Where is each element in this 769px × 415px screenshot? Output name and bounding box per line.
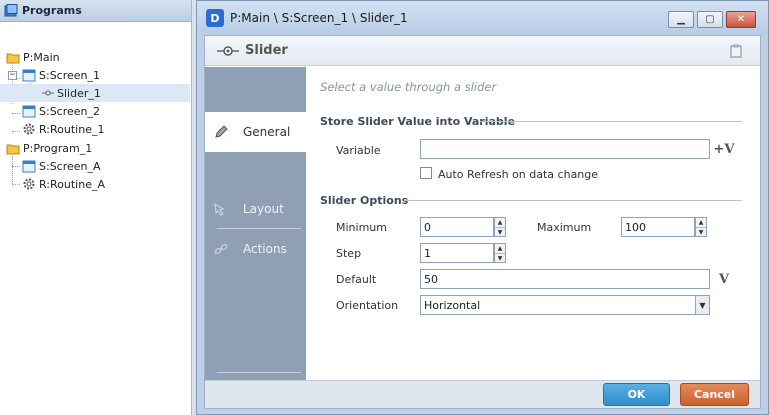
nav-label: Layout	[243, 202, 284, 216]
tree-label: Slider_1	[57, 86, 101, 100]
panel-title: Slider	[245, 43, 288, 58]
spin-down-icon[interactable]: ▼	[495, 253, 505, 263]
step-label: Step	[336, 247, 362, 260]
screen-icon	[22, 69, 36, 81]
tree-item-program-1[interactable]: P:Program_1	[0, 139, 190, 157]
tree-label: S:Screen_A	[39, 159, 101, 173]
nav-label: Actions	[243, 242, 287, 256]
minimum-spinner[interactable]: ▲ ▼	[494, 217, 506, 237]
slider-icon	[217, 45, 239, 56]
options-section-header: Slider Options	[320, 194, 742, 207]
orientation-select[interactable]: Horizontal ▼	[420, 295, 710, 315]
step-spinner[interactable]: ▲ ▼	[494, 243, 506, 263]
tree-label: R:Routine_1	[39, 122, 105, 136]
store-section-header: Store Slider Value into Variable	[320, 115, 742, 128]
spin-up-icon[interactable]: ▲	[696, 218, 706, 227]
slider-icon	[42, 90, 54, 96]
tree-label: R:Routine_A	[39, 177, 105, 191]
programs-panel: Programs P:Main − S:Screen_1 Slider_1 S:…	[0, 0, 192, 415]
tree-label: P:Main	[23, 50, 60, 64]
property-nav: General Layout Actions	[205, 67, 306, 380]
maximum-spinner[interactable]: ▲ ▼	[695, 217, 707, 237]
tree-item-screen-2[interactable]: S:Screen_2	[0, 102, 190, 120]
folder-icon	[6, 144, 20, 154]
layout-icon	[214, 202, 225, 216]
tree-label: S:Screen_2	[39, 104, 101, 118]
tree-label: P:Program_1	[23, 141, 93, 155]
default-variable-button[interactable]: V	[713, 269, 735, 289]
maximum-input[interactable]: 100	[621, 217, 695, 237]
slider-properties-window: D P:Main \ S:Screen_1 \ Slider_1 ▁ ▢ ✕ S…	[196, 0, 769, 415]
app-root: Programs P:Main − S:Screen_1 Slider_1 S:…	[0, 0, 769, 415]
variable-label: Variable	[336, 144, 381, 157]
spin-down-icon[interactable]: ▼	[696, 227, 706, 237]
auto-refresh-checkbox[interactable]	[420, 167, 432, 179]
dialog-footer: OK Cancel	[205, 380, 760, 408]
collapse-icon[interactable]: −	[8, 70, 17, 80]
form-hint: Select a value through a slider	[320, 80, 497, 94]
app-icon: D	[206, 9, 224, 27]
cancel-button[interactable]: Cancel	[680, 383, 749, 406]
pencil-icon	[215, 125, 228, 138]
title-bar[interactable]: D P:Main \ S:Screen_1 \ Slider_1 ▁ ▢ ✕	[197, 1, 768, 35]
default-label: Default	[336, 273, 377, 286]
close-button[interactable]: ✕	[726, 11, 756, 28]
variable-picker-button[interactable]: +V	[713, 139, 735, 159]
tree-item-routine-1[interactable]: R:Routine_1	[0, 120, 190, 138]
screen-icon	[22, 105, 36, 117]
maximum-label: Maximum	[537, 221, 592, 234]
maximize-button[interactable]: ▢	[697, 11, 723, 28]
minimize-button[interactable]: ▁	[668, 11, 694, 28]
programs-title: Programs	[22, 4, 82, 17]
general-form: Select a value through a slider Store Sl…	[306, 67, 760, 380]
programs-icon	[4, 3, 18, 16]
default-input[interactable]: 50	[420, 269, 710, 289]
folder-icon	[6, 53, 20, 63]
dialog-body: Slider General Layout Actions Select a v…	[204, 35, 761, 409]
link-icon	[214, 243, 228, 255]
spin-down-icon[interactable]: ▼	[495, 227, 505, 237]
tree-item-routine-a[interactable]: R:Routine_A	[0, 175, 190, 193]
minimum-label: Minimum	[336, 221, 387, 234]
gear-icon	[23, 178, 35, 190]
nav-label: General	[243, 125, 291, 139]
orientation-value: Horizontal	[424, 298, 481, 312]
programs-header: Programs	[0, 0, 191, 22]
orientation-label: Orientation	[336, 299, 399, 312]
spin-up-icon[interactable]: ▲	[495, 218, 505, 227]
window-title: P:Main \ S:Screen_1 \ Slider_1	[230, 11, 408, 25]
notes-icon[interactable]	[730, 44, 742, 58]
tree-label: S:Screen_1	[39, 68, 101, 82]
section-title: Slider Options	[320, 194, 409, 207]
tree-item-main[interactable]: P:Main	[0, 48, 190, 66]
nav-layout[interactable]: Layout	[205, 189, 306, 229]
tree-item-screen-1[interactable]: − S:Screen_1	[0, 66, 190, 84]
gear-icon	[23, 123, 35, 135]
panel-header: Slider	[205, 36, 760, 66]
auto-refresh-label: Auto Refresh on data change	[438, 168, 599, 181]
ok-button[interactable]: OK	[603, 383, 670, 406]
nav-general[interactable]: General	[205, 112, 306, 152]
screen-icon	[22, 160, 36, 172]
tree-item-screen-a[interactable]: S:Screen_A	[0, 157, 190, 175]
variable-input[interactable]	[420, 139, 710, 159]
tree-item-slider-1[interactable]: Slider_1	[0, 84, 190, 102]
chevron-down-icon[interactable]: ▼	[695, 296, 709, 314]
step-input[interactable]: 1	[420, 243, 494, 263]
spin-up-icon[interactable]: ▲	[495, 244, 505, 253]
nav-actions[interactable]: Actions	[205, 229, 306, 269]
minimum-input[interactable]: 0	[420, 217, 494, 237]
